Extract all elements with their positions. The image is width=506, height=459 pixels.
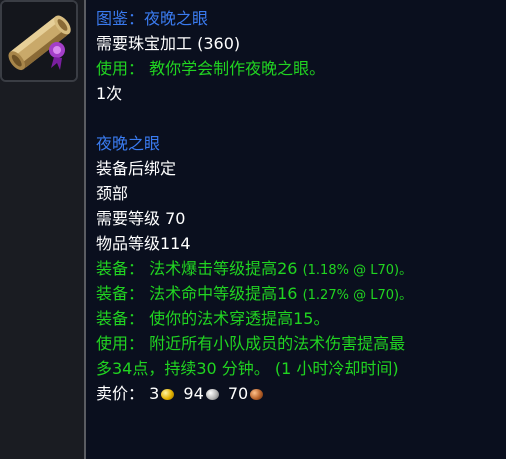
item-tooltip: 图鉴：夜晚之眼 需要珠宝加工 (360) 使用： 教你学会制作夜晚之眼。 1次 … — [84, 0, 506, 459]
item-use-effect: 使用： 附近所有小队成员的法术伤害提高最 — [96, 331, 506, 356]
item-name: 夜晚之眼 — [96, 134, 161, 153]
equip-effect-hit: 装备： 法术命中等级提高16 (1.27% @ L70)。 — [96, 281, 506, 306]
equip-effect-penetration: 装备： 使你的法术穿透提高15。 — [96, 306, 506, 331]
item-icon-frame[interactable] — [0, 0, 78, 82]
equip-text: 法术爆击等级提高26 — [149, 259, 298, 278]
equip-label: 装备： — [96, 259, 145, 278]
equip-effect-crit: 装备： 法术爆击等级提高26 (1.18% @ L70)。 — [96, 256, 506, 281]
item-slot: 颈部 — [96, 184, 129, 203]
equip-text: 使你的法术穿透提高15。 — [149, 309, 330, 328]
item-level: 物品等级114 — [96, 234, 191, 253]
recipe-use-label: 使用： — [96, 59, 145, 78]
sell-gold-amount: 3 — [149, 384, 160, 403]
recipe-requirement: 需要珠宝加工 (360) — [96, 34, 241, 53]
sell-price-label: 卖价： — [96, 384, 145, 403]
equip-note: (1.18% @ L70)。 — [302, 263, 413, 278]
sell-silver-amount: 94 — [183, 384, 204, 403]
recipe-use: 使用： 教你学会制作夜晚之眼。 — [96, 56, 506, 81]
sell-copper-amount: 70 — [227, 384, 249, 403]
recipe-title: 图鉴：夜晚之眼 — [96, 9, 209, 28]
copper-coin-icon — [250, 389, 264, 400]
equip-label: 装备： — [96, 284, 145, 303]
item-required-level: 需要等级 70 — [96, 209, 186, 228]
recipe-scroll-icon — [2, 2, 76, 80]
item-use-effect-continued: 多34点，持续30 分钟。 (1 小时冷却时间) — [96, 359, 399, 378]
use-text-line1: 附近所有小队成员的法术伤害提高最 — [149, 334, 406, 353]
recipe-charges: 1次 — [96, 84, 123, 103]
gold-coin-icon — [161, 389, 175, 400]
recipe-use-text: 教你学会制作夜晚之眼。 — [149, 59, 326, 78]
equip-label: 装备： — [96, 309, 145, 328]
item-binding: 装备后绑定 — [96, 159, 177, 178]
sell-price: 卖价： 3 94 70 — [96, 381, 506, 406]
use-label: 使用： — [96, 334, 145, 353]
silver-coin-icon — [205, 389, 219, 400]
equip-text: 法术命中等级提高16 — [149, 284, 298, 303]
equip-note: (1.27% @ L70)。 — [302, 288, 413, 303]
